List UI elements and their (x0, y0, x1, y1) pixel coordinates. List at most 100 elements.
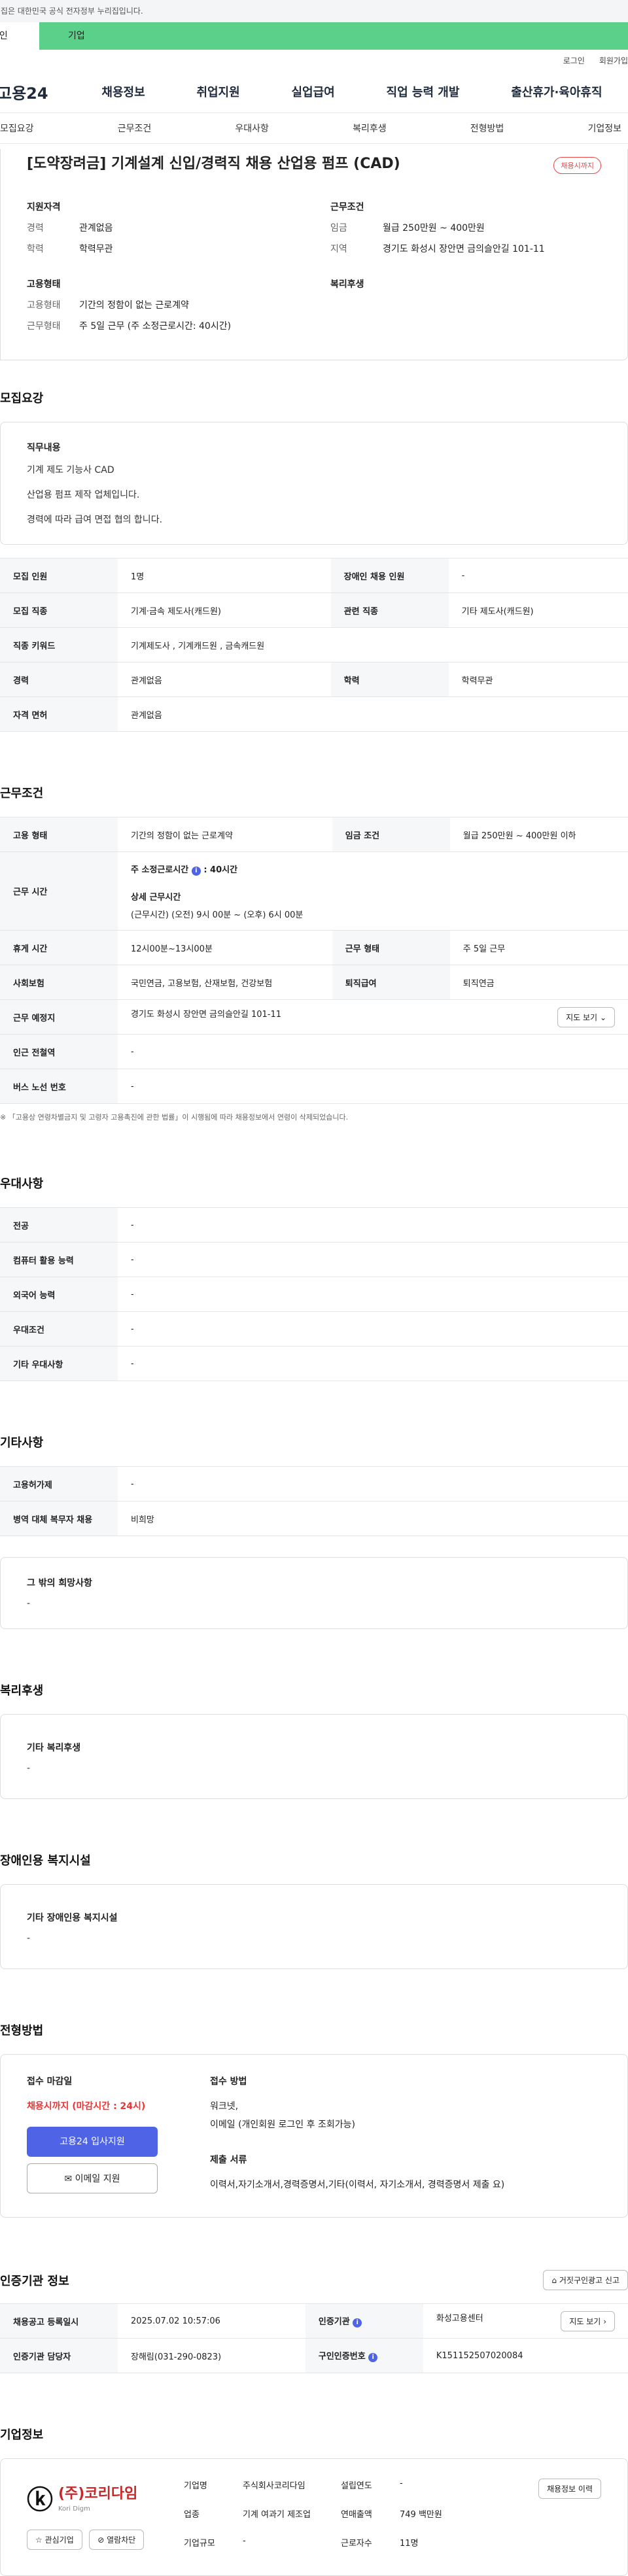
summary-row: 임금 월급 250만원 ~ 400만원 (330, 221, 608, 234)
cell: 병역 대체 복무자 채용 (0, 1501, 118, 1536)
deadline-value: 채용시까지 (마감시간 : 24시) (27, 2101, 146, 2112)
gnb-unemployment[interactable]: 실업급여 (291, 83, 334, 100)
cell: 장해림(031-290-0823) (118, 2338, 305, 2373)
other-title: 기타사항 (0, 1436, 44, 1450)
info-icon[interactable]: i (368, 2353, 378, 2362)
cell: 비희망 (118, 1501, 628, 1536)
company-logo: ⓚ (주)코리다임 Kori Digm (27, 2479, 184, 2516)
cell: 학력 (330, 662, 449, 697)
cell: 외국어 능력 (0, 1277, 118, 1312)
favorite-company-button[interactable]: ☆ 관심기업 (27, 2530, 82, 2550)
table-row: 전공 - (0, 1207, 628, 1243)
cell: 기계제도사 , 기계캐드원 , 금속캐드원 (118, 627, 628, 662)
cell: 학력무관 (448, 662, 628, 697)
cell: 경기도 화성시 장안면 금의슬안길 101-11 지도 보기 ⌄ (118, 999, 628, 1035)
cell: - (118, 1277, 628, 1312)
cell: 퇴직연금 (449, 965, 628, 1000)
other-box: 그 밖의 희망사항 - (0, 1557, 628, 1629)
anchor-work[interactable]: 근무조건 (118, 122, 152, 135)
info-label: 업종 (184, 2510, 200, 2520)
cell: - (118, 1466, 628, 1502)
login-link[interactable]: 로그인 (563, 55, 585, 66)
cell: 12시00분~13시00분 (118, 930, 332, 965)
table-row: 채용공고 등록일시 2025.07.02 10:57:06 인증기관 i 화성고용센터… (0, 2303, 628, 2339)
cell: 장애인 채용 인원 (330, 558, 449, 593)
email-apply-button[interactable]: ✉ 이메일 지원 (27, 2163, 158, 2193)
method-line: 워크넷, (210, 2101, 239, 2112)
report-button[interactable]: ⌂ 거짓구인광고 신고 (543, 2270, 628, 2290)
job-title: [도약장려금] 기계설계 신입/경력직 채용 산업용 펌프 (CAD) (27, 156, 400, 172)
summary-row: 고용형태 기간의 정함이 없는 근로계약 (27, 298, 304, 311)
recruit-title: 모집요강 (0, 392, 44, 405)
utility-links: 로그인 회원가입 (0, 50, 628, 71)
info-label: 설립연도 (341, 2481, 372, 2491)
pref-table: 전공 - 컴퓨터 활용 능력 - 외국어 능력 - 우대조건 - 기타 우대사항 - (0, 1207, 628, 1381)
signup-link[interactable]: 회원가입 (599, 55, 628, 66)
summary-row: 경력 관계없음 (27, 221, 304, 234)
company-section: 기업정보 ⓚ (주)코리다임 Kori Digm ☆ 관심기업 ⊘ 열람차단 기업… (0, 2426, 628, 2576)
tab-company[interactable]: 기업 (39, 22, 628, 50)
table-row: 우대조건 - (0, 1311, 628, 1347)
table-row: 근무 시간 주 소정근로시간 i : 40시간 상세 근무시간 (근무시간) (… (0, 851, 628, 931)
anchor-process[interactable]: 전형방법 (470, 122, 504, 135)
disability-box: 기타 장애인용 복지시설 - (0, 1884, 628, 1969)
anchor-recruit[interactable]: 모집요강 (0, 122, 34, 135)
table-row: 사회보험 국민연금, 고용보험, 산재보험, 건강보험 퇴직급여 퇴직연금 (0, 965, 628, 1000)
anchor-company[interactable]: 기업정보 (587, 122, 621, 135)
cert-map-button[interactable]: 지도 보기 › (561, 2310, 615, 2331)
gnb-jobs[interactable]: 채용정보 (101, 83, 145, 100)
cert-agency-label: 인증기관 (318, 2317, 350, 2327)
table-row: 컴퓨터 활용 능력 - (0, 1242, 628, 1277)
cell: 기타 우대사항 (0, 1346, 118, 1381)
summary-value: 관계없음 (79, 223, 113, 233)
job-desc-title: 직무내용 (27, 443, 61, 453)
welfare-heading: 복리후생 (330, 279, 364, 290)
company-logo-area: ⓚ (주)코리다임 Kori Digm ☆ 관심기업 ⊘ 열람차단 (27, 2479, 184, 2556)
gnb-training[interactable]: 직업 능력 개발 (387, 83, 460, 100)
age-note: ※ 「고용상 연령차별금지 및 고령자 고용촉진에 관한 법률」이 시행됨에 따… (0, 1113, 349, 1122)
cert-agency: 화성고용센터 (436, 2313, 483, 2324)
cert-table: 채용공고 등록일시 2025.07.02 10:57:06 인증기관 i 화성고용센터… (0, 2303, 628, 2373)
gnb-parental-leave[interactable]: 출산휴가·육아휴직 (511, 83, 602, 100)
cell: 인근 전철역 (0, 1034, 118, 1069)
process-title: 전형방법 (0, 2024, 44, 2038)
star-icon: ☆ (35, 2535, 43, 2545)
anchor-welfare[interactable]: 복리후생 (353, 122, 387, 135)
table-row: 고용 형태 기간의 정함이 없는 근로계약 임금 조건 월급 250만원 ~ 400만… (0, 817, 628, 852)
summary-value: 기간의 정함이 없는 근로계약 (79, 300, 189, 311)
gnb-employment-support[interactable]: 취업지원 (196, 83, 239, 100)
tab-personal[interactable]: 개인 (0, 22, 39, 50)
cell: 고용허가제 (0, 1466, 118, 1502)
cell: 휴게 시간 (0, 930, 118, 965)
cert-section: 인증기관 정보 ⌂ 거짓구인광고 신고 채용공고 등록일시 2025.07.02 … (0, 2270, 628, 2373)
cell: 월급 250만원 ~ 400만원 이하 (449, 817, 628, 852)
cell: 기계·금속 제도사(캐드원) (118, 592, 331, 628)
cell: 모집 직종 (0, 592, 118, 628)
info-icon[interactable]: i (353, 2318, 362, 2327)
cell: 관련 직종 (330, 592, 449, 628)
cell: - (118, 1311, 628, 1347)
info-icon[interactable]: i (191, 866, 201, 876)
anchor-pref[interactable]: 우대사항 (235, 122, 269, 135)
deadline-badge: 채용시까지 (553, 157, 601, 174)
favorite-label: 관심기업 (44, 2535, 74, 2545)
history-button[interactable]: 채용정보 이력 (538, 2479, 601, 2499)
cell: 우대조건 (0, 1311, 118, 1347)
report-button-label: 거짓구인광고 신고 (559, 2276, 619, 2285)
summary-value: 월급 250만원 ~ 400만원 (383, 223, 485, 233)
cell: 관계없음 (118, 662, 331, 697)
hours-detail-label: 상세 근무시간 (131, 892, 181, 902)
other-section: 기타사항 고용허가제 - 병역 대체 복무자 채용 비희망 그 밖의 희망사항 - (0, 1434, 628, 1629)
info-value: - (400, 2479, 403, 2488)
work-title: 근무조건 (0, 787, 44, 800)
welfare-box-value: - (27, 1763, 31, 1774)
site-logo[interactable]: 고용24 (0, 80, 76, 103)
block-button[interactable]: ⊘ 열람차단 (89, 2530, 145, 2550)
table-row: 근무 예정지 경기도 화성시 장안면 금의슬안길 101-11 지도 보기 ⌄ (0, 999, 628, 1035)
deadline-title: 접수 마감일 (27, 2076, 73, 2087)
info-value: 주식회사코리다임 (243, 2481, 305, 2491)
apply-button[interactable]: 고용24 입사지원 (27, 2127, 158, 2157)
map-button[interactable]: 지도 보기 ⌄ (557, 1006, 615, 1027)
table-row: 경력 관계없음 학력 학력무관 (0, 662, 628, 697)
cert-title: 인증기관 정보 (0, 2274, 69, 2288)
